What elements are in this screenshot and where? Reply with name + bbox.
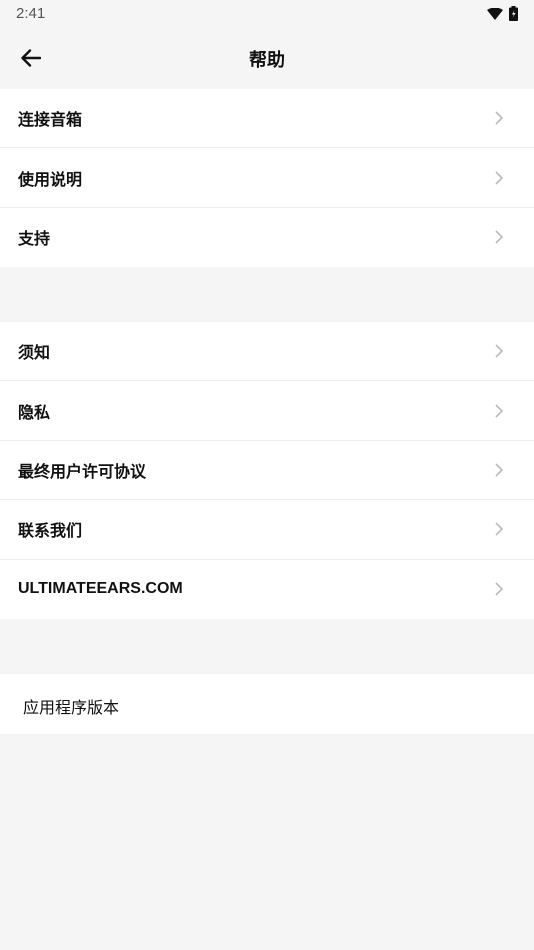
status-time: 2:41 (16, 5, 46, 22)
menu-item-notices[interactable]: 须知 (0, 322, 534, 382)
menu-item-label: 使用说明 (18, 169, 83, 189)
chevron-right-icon (495, 230, 504, 245)
menu-item-website[interactable]: ULTIMATEEARS.COM (0, 560, 534, 619)
menu-item-connect-speaker[interactable]: 连接音箱 (0, 89, 534, 149)
chevron-right-icon (495, 111, 504, 125)
chevron-right-icon (495, 522, 504, 536)
chevron-right-icon (495, 171, 504, 185)
menu-item-instructions[interactable]: 使用说明 (0, 148, 534, 208)
chevron-right-icon (495, 582, 504, 596)
menu-item-label: 须知 (18, 343, 51, 363)
menu-item-privacy[interactable]: 隐私 (0, 381, 534, 441)
menu-item-support[interactable]: 支持 (0, 208, 534, 267)
menu-item-label: ULTIMATEEARS.COM (18, 580, 183, 598)
battery-icon (509, 6, 518, 21)
app-version-label: 应用程序版本 (23, 698, 120, 717)
menu-item-label: 支持 (18, 229, 51, 249)
chevron-right-icon (495, 404, 504, 418)
menu-item-contact-us[interactable]: 联系我们 (0, 500, 534, 560)
status-icons (487, 6, 518, 21)
help-group-primary: 连接音箱 使用说明 支持 (0, 89, 534, 268)
wifi-icon (487, 7, 503, 20)
menu-item-label: 连接音箱 (18, 110, 83, 130)
chevron-right-icon (495, 463, 504, 477)
status-bar: 2:41 (0, 0, 534, 28)
app-version-row: 应用程序版本 (0, 674, 534, 734)
app-header: 帮助 (0, 28, 534, 88)
menu-item-label: 隐私 (18, 402, 51, 422)
menu-item-label: 最终用户许可协议 (18, 461, 147, 481)
help-group-legal: 须知 隐私 最终用户许可协议 联系我们 ULTIMATEEARS.COM (0, 322, 534, 619)
page-title: 帮助 (249, 50, 285, 71)
menu-item-label: 联系我们 (18, 521, 83, 541)
chevron-right-icon (495, 344, 504, 358)
menu-item-eula[interactable]: 最终用户许可协议 (0, 441, 534, 501)
